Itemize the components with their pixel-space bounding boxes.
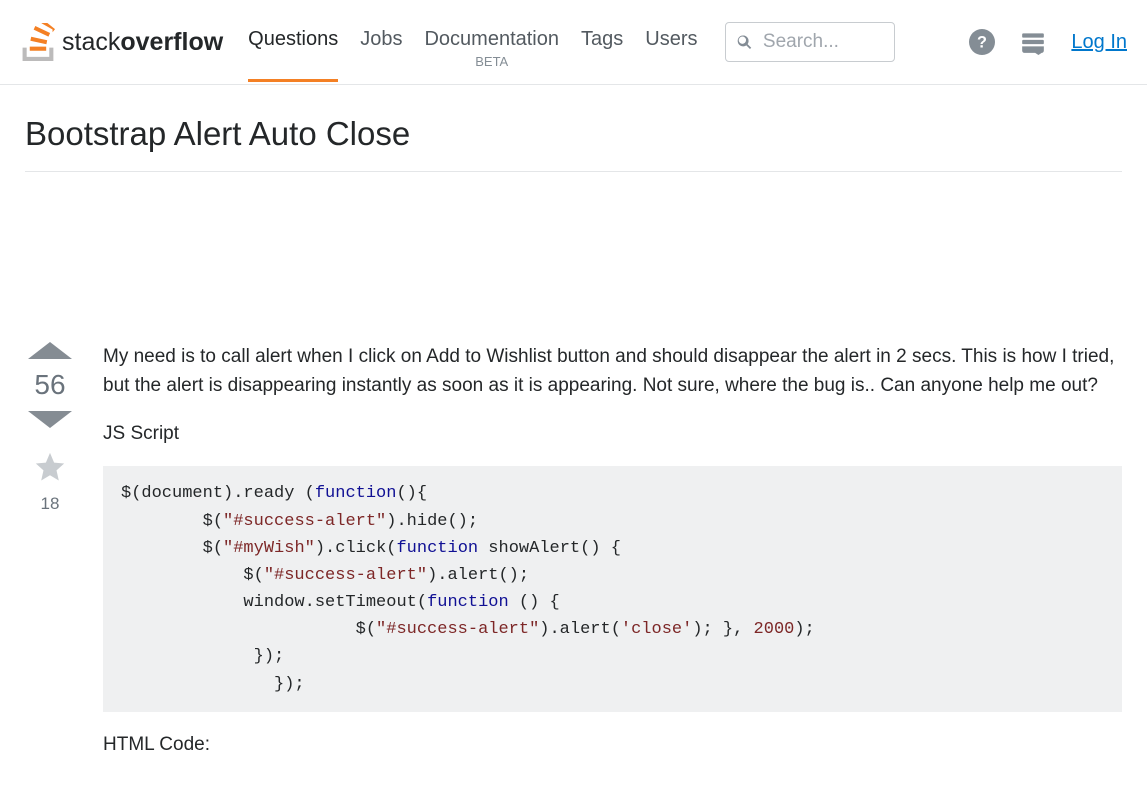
- login-link[interactable]: Log In: [1071, 31, 1127, 54]
- downvote-button[interactable]: [28, 411, 72, 428]
- favorite-count: 18: [41, 494, 60, 514]
- logo[interactable]: stackoverflow: [20, 23, 223, 61]
- up-arrow-icon: [28, 342, 72, 359]
- favorite-button[interactable]: [33, 450, 67, 484]
- nav-questions[interactable]: Questions: [248, 28, 338, 82]
- svg-text:?: ?: [977, 33, 987, 51]
- nav-documentation[interactable]: Documentation BETA: [424, 28, 559, 97]
- js-script-label: JS Script: [103, 419, 1122, 448]
- vote-count: 56: [34, 369, 65, 401]
- title-divider: [25, 171, 1122, 172]
- nav-users[interactable]: Users: [645, 28, 697, 79]
- inbox-icon[interactable]: [1020, 29, 1046, 55]
- post-body: My need is to call alert when I click on…: [103, 342, 1122, 777]
- html-code-label: HTML Code:: [103, 730, 1122, 759]
- question-text: My need is to call alert when I click on…: [103, 342, 1122, 401]
- nav-tags[interactable]: Tags: [581, 28, 623, 79]
- down-arrow-icon: [28, 411, 72, 428]
- nav-jobs[interactable]: Jobs: [360, 28, 402, 79]
- stackoverflow-logo-icon: [20, 23, 58, 61]
- nav-documentation-label: Documentation: [424, 28, 559, 51]
- search-box[interactable]: [725, 22, 895, 62]
- upvote-button[interactable]: [28, 342, 72, 359]
- help-icon[interactable]: ?: [969, 29, 995, 55]
- search-input[interactable]: [763, 31, 885, 53]
- logo-text: stackoverflow: [62, 28, 223, 57]
- search-icon: [736, 32, 752, 52]
- code-block-js: $(document).ready (function(){ $("#succe…: [103, 466, 1122, 712]
- question-title: Bootstrap Alert Auto Close: [25, 115, 1122, 153]
- beta-label: BETA: [475, 54, 508, 69]
